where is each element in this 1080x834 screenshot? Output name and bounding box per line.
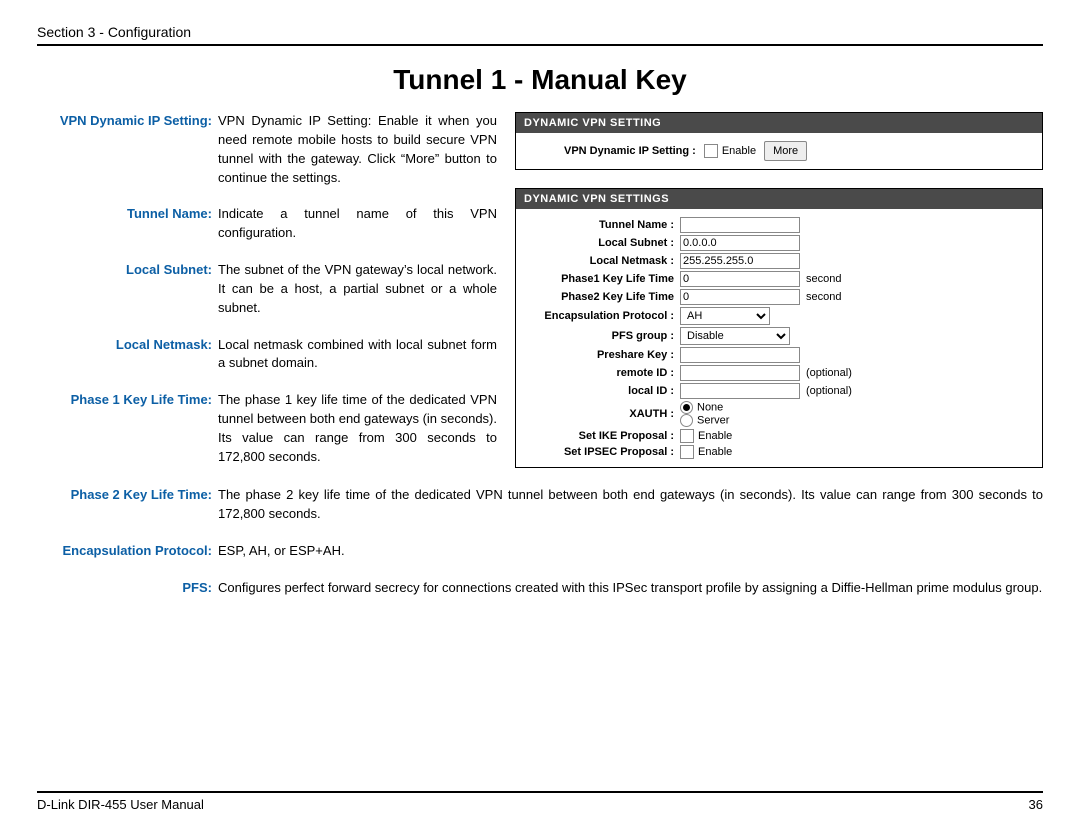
def-text: Configures perfect forward secrecy for c… [218, 579, 1043, 598]
field-label: remote ID : [524, 367, 680, 379]
field-label: Preshare Key : [524, 349, 680, 361]
panel-title: DYNAMIC VPN SETTINGS [516, 189, 1042, 209]
def-text: Indicate a tunnel name of this VPN confi… [218, 205, 497, 243]
def-label: VPN Dynamic IP Setting: [37, 112, 218, 187]
field-label: Set IKE Proposal : [524, 430, 680, 442]
enable-text: Enable [698, 446, 732, 458]
panel-dynamic-vpn-settings: DYNAMIC VPN SETTINGS Tunnel Name : Local… [515, 188, 1043, 468]
footer-left: D-Link DIR-455 User Manual [37, 797, 204, 812]
preshare-key-input[interactable] [680, 347, 800, 363]
field-label: PFS group : [524, 330, 680, 342]
enable-checkbox[interactable] [704, 144, 718, 158]
page-footer: D-Link DIR-455 User Manual 36 [37, 791, 1043, 812]
local-netmask-input[interactable] [680, 253, 800, 269]
panel-title: DYNAMIC VPN SETTING [516, 113, 1042, 133]
def-text: The phase 1 key life time of the dedicat… [218, 391, 497, 466]
field-label: local ID : [524, 385, 680, 397]
radio-label: None [697, 401, 723, 413]
ipsec-enable-checkbox[interactable] [680, 445, 694, 459]
field-label: XAUTH : [524, 408, 680, 420]
field-label: Encapsulation Protocol : [524, 310, 680, 322]
def-label: Local Subnet: [37, 261, 218, 318]
field-label: Local Subnet : [524, 237, 680, 249]
field-label: VPN Dynamic IP Setting : [564, 145, 696, 157]
page-title: Tunnel 1 - Manual Key [37, 64, 1043, 96]
def-label: Encapsulation Protocol: [37, 542, 218, 561]
def-label: PFS: [37, 579, 218, 598]
field-label: Tunnel Name : [524, 219, 680, 231]
def-label: Phase 1 Key Life Time: [37, 391, 218, 466]
unit-text: second [806, 273, 841, 285]
encapsulation-select[interactable]: AH [680, 307, 770, 325]
field-label: Phase1 Key Life Time [524, 273, 680, 285]
enable-text: Enable [698, 430, 732, 442]
unit-text: second [806, 291, 841, 303]
def-text: The phase 2 key life time of the dedicat… [218, 486, 1043, 524]
optional-text: (optional) [806, 385, 852, 397]
footer-page-number: 36 [1029, 797, 1043, 812]
local-id-input[interactable] [680, 383, 800, 399]
def-label: Local Netmask: [37, 336, 218, 374]
def-label: Phase 2 Key Life Time: [37, 486, 218, 524]
field-label: Phase2 Key Life Time [524, 291, 680, 303]
radio-label: Server [697, 414, 729, 426]
enable-text: Enable [722, 145, 756, 157]
ike-enable-checkbox[interactable] [680, 429, 694, 443]
def-label: Tunnel Name: [37, 205, 218, 243]
definitions-full: Phase 2 Key Life Time:The phase 2 key li… [37, 486, 1043, 597]
phase2-input[interactable] [680, 289, 800, 305]
def-text: VPN Dynamic IP Setting: Enable it when y… [218, 112, 497, 187]
def-text: ESP, AH, or ESP+AH. [218, 542, 1043, 561]
definitions-left: VPN Dynamic IP Setting:VPN Dynamic IP Se… [37, 112, 497, 486]
xauth-server-radio[interactable] [680, 414, 693, 427]
section-header: Section 3 - Configuration [37, 24, 1043, 46]
remote-id-input[interactable] [680, 365, 800, 381]
tunnel-name-input[interactable] [680, 217, 800, 233]
local-subnet-input[interactable] [680, 235, 800, 251]
field-label: Local Netmask : [524, 255, 680, 267]
field-label: Set IPSEC Proposal : [524, 446, 680, 458]
def-text: Local netmask combined with local subnet… [218, 336, 497, 374]
xauth-none-radio[interactable] [680, 401, 693, 414]
optional-text: (optional) [806, 367, 852, 379]
pfs-select[interactable]: Disable [680, 327, 790, 345]
phase1-input[interactable] [680, 271, 800, 287]
more-button[interactable]: More [764, 141, 807, 161]
panel-dynamic-vpn-setting: DYNAMIC VPN SETTING VPN Dynamic IP Setti… [515, 112, 1043, 170]
def-text: The subnet of the VPN gateway’s local ne… [218, 261, 497, 318]
